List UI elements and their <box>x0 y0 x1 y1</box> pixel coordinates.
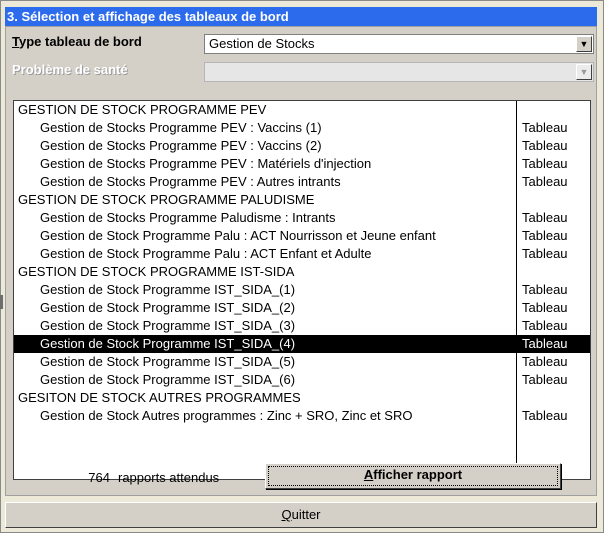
list-item-name: Gestion de Stock Autres programmes : Zin… <box>40 408 413 423</box>
list-item[interactable]: Gestion de Stocks Programme Paludisme : … <box>14 209 590 227</box>
expected-reports-count: 764 <box>88 470 110 485</box>
list-group-header[interactable]: GESTION DE STOCK PROGRAMME PALUDISME <box>14 191 590 209</box>
list-group-header[interactable]: GESITON DE STOCK AUTRES PROGRAMMES <box>14 389 590 407</box>
selection-panel: Type tableau de bord Gestion de Stocks ▼… <box>5 26 597 496</box>
list-item-name: GESITON DE STOCK AUTRES PROGRAMMES <box>18 390 301 405</box>
list-item-name: Gestion de Stocks Programme PEV : Vaccin… <box>40 120 322 135</box>
dialog-title: 3. Sélection et affichage des tableaux d… <box>5 7 597 26</box>
list-item-type: Tableau <box>522 300 568 315</box>
list-item-type: Tableau <box>522 228 568 243</box>
list-item-name: Gestion de Stock Programme IST_SIDA_(3) <box>40 318 296 333</box>
list-item[interactable]: Gestion de Stock Programme IST_SIDA_(2) T… <box>14 299 590 317</box>
list-item-type: Tableau <box>522 372 568 387</box>
list-item-name: GESTION DE STOCK PROGRAMME IST-SIDA <box>18 264 295 279</box>
list-item-name: GESTION DE STOCK PROGRAMME PALUDISME <box>18 192 315 207</box>
list-item-type: Tableau <box>522 138 568 153</box>
list-item-name: Gestion de Stock Programme Palu : ACT En… <box>40 246 372 261</box>
list-item-name: Gestion de Stock Programme IST_SIDA_(4) <box>40 336 296 351</box>
list-item[interactable]: Gestion de Stock Autres programmes : Zin… <box>14 407 590 425</box>
list-item-name: GESTION DE STOCK PROGRAMME PEV <box>18 102 267 117</box>
list-item[interactable]: Gestion de Stocks Programme PEV : Vaccin… <box>14 119 590 137</box>
type-label: Type tableau de bord <box>12 34 142 49</box>
chevron-down-icon[interactable]: ▼ <box>576 36 592 52</box>
list-item[interactable]: Gestion de Stock Programme IST_SIDA_(1) T… <box>14 281 590 299</box>
list-item-type: Tableau <box>522 246 568 261</box>
list-item[interactable]: Gestion de Stock Programme IST_SIDA_(4) T… <box>14 335 590 353</box>
quit-button[interactable]: Quitter <box>5 502 597 528</box>
list-item-name: Gestion de Stock Programme Palu : ACT No… <box>40 228 436 243</box>
dashboard-dialog: 3. Sélection et affichage des tableaux d… <box>0 0 604 533</box>
list-item-type: Tableau <box>522 408 568 423</box>
list-item-name: Gestion de Stock Programme IST_SIDA_(6) <box>40 372 296 387</box>
report-list[interactable]: GESTION DE STOCK PROGRAMME PEV Gestion de… <box>13 100 591 480</box>
show-report-button[interactable]: Afficher rapport <box>265 463 561 489</box>
list-item-type: Tableau <box>522 282 568 297</box>
list-item-type: Tableau <box>522 318 568 333</box>
list-item[interactable]: Gestion de Stocks Programme PEV : Matéri… <box>14 155 590 173</box>
list-group-header[interactable]: GESTION DE STOCK PROGRAMME IST-SIDA <box>14 263 590 281</box>
list-item-type: Tableau <box>522 354 568 369</box>
window-edge-marker <box>0 295 3 309</box>
health-label: Problème de santé <box>12 62 128 77</box>
list-item[interactable]: Gestion de Stocks Programme PEV : Vaccin… <box>14 137 590 155</box>
list-item-name: Gestion de Stocks Programme Paludisme : … <box>40 210 336 225</box>
list-item-name: Gestion de Stocks Programme PEV : Matéri… <box>40 156 372 171</box>
list-item[interactable]: Gestion de Stock Programme IST_SIDA_(5) T… <box>14 353 590 371</box>
expected-reports: 764 rapports attendus <box>80 470 219 485</box>
list-item-name: Gestion de Stocks Programme PEV : Vaccin… <box>40 138 322 153</box>
type-dropdown[interactable]: Gestion de Stocks ▼ <box>204 34 594 54</box>
list-item[interactable]: Gestion de Stocks Programme PEV : Autres… <box>14 173 590 191</box>
list-item[interactable]: Gestion de Stock Programme IST_SIDA_(6) T… <box>14 371 590 389</box>
list-item-type: Tableau <box>522 120 568 135</box>
list-item[interactable]: Gestion de Stock Programme IST_SIDA_(3) T… <box>14 317 590 335</box>
chevron-down-icon: ▼ <box>576 64 592 80</box>
list-item[interactable]: Gestion de Stock Programme Palu : ACT No… <box>14 227 590 245</box>
list-item-type: Tableau <box>522 156 568 171</box>
list-item-name: Gestion de Stocks Programme PEV : Autres… <box>40 174 341 189</box>
list-item-type: Tableau <box>522 210 568 225</box>
list-item-name: Gestion de Stock Programme IST_SIDA_(2) <box>40 300 296 315</box>
type-dropdown-value: Gestion de Stocks <box>209 36 315 51</box>
list-item[interactable]: Gestion de Stock Programme Palu : ACT En… <box>14 245 590 263</box>
list-item-type: Tableau <box>522 336 568 351</box>
expected-reports-label: rapports attendus <box>118 470 220 485</box>
list-item-name: Gestion de Stock Programme IST_SIDA_(1) <box>40 282 296 297</box>
health-dropdown: ▼ <box>204 62 594 82</box>
list-group-header[interactable]: GESTION DE STOCK PROGRAMME PEV <box>14 101 590 119</box>
list-item-type: Tableau <box>522 174 568 189</box>
list-item-name: Gestion de Stock Programme IST_SIDA_(5) <box>40 354 296 369</box>
